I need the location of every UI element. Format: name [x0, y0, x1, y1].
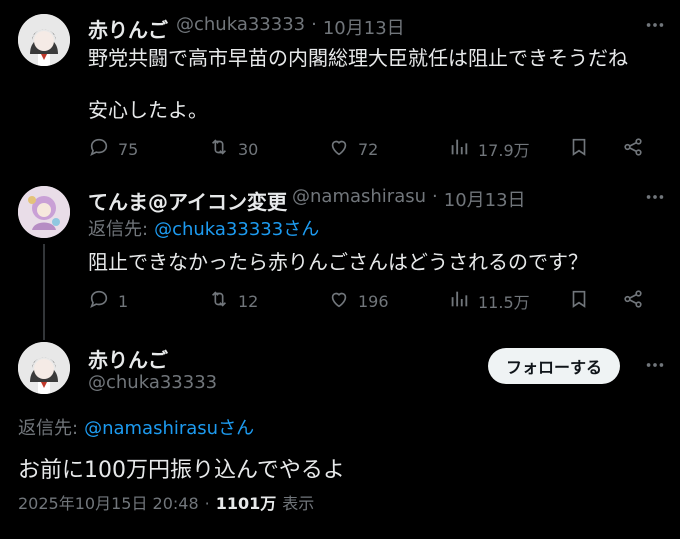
more-icon[interactable]: [644, 14, 666, 40]
tweet3-timestamp[interactable]: 2025年10月15日 20:48: [18, 490, 199, 514]
share-icon[interactable]: [622, 136, 644, 162]
thread-line: [43, 244, 45, 340]
retweet-count: 12: [238, 291, 259, 311]
reply-icon: [88, 136, 110, 162]
more-icon[interactable]: [644, 354, 666, 380]
tweet3-views-label: 表示: [282, 494, 315, 513]
bookmark-icon[interactable]: [568, 288, 590, 314]
retweet-button[interactable]: 30: [208, 136, 258, 162]
retweet-button[interactable]: 12: [208, 288, 258, 314]
reply-to-link[interactable]: @namashirasuさん: [84, 414, 254, 440]
tweet1-handle[interactable]: @chuka33333: [176, 14, 305, 40]
separator: ·: [432, 186, 438, 207]
reply-count: 75: [118, 139, 139, 159]
like-count: 196: [358, 291, 389, 311]
tweet1-text-line2: 安心したよ。: [88, 98, 208, 122]
avatar-akaringo[interactable]: [18, 14, 70, 66]
reply-to-link[interactable]: @chuka33333さん: [154, 215, 319, 241]
tweet3-name[interactable]: 赤りんご: [88, 344, 168, 373]
reply-button[interactable]: 1: [88, 288, 128, 314]
tweet2-handle[interactable]: @namashirasu: [292, 186, 426, 212]
tweet3-handle[interactable]: @chuka33333: [88, 372, 217, 393]
reply-icon: [88, 288, 110, 314]
reply-button[interactable]: 75: [88, 136, 138, 162]
tweet2-date[interactable]: 10月13日: [444, 186, 526, 212]
like-count: 72: [358, 139, 379, 159]
views-button[interactable]: 17.9万: [448, 136, 530, 162]
separator: ·: [204, 494, 210, 513]
tweet2-name[interactable]: てんま@アイコン変更: [88, 186, 287, 215]
views-icon: [448, 288, 470, 314]
retweet-icon: [208, 288, 230, 314]
tweet1-text-line1: 野党共闘で高市早苗の内閣総理大臣就任は阻止できそうだね: [88, 46, 628, 70]
tweet1-date[interactable]: 10月13日: [323, 14, 405, 40]
heart-icon: [328, 136, 350, 162]
views-button[interactable]: 11.5万: [448, 288, 530, 314]
tweet3-text: お前に100万円振り込んでやるよ: [18, 458, 345, 483]
reply-count: 1: [118, 291, 129, 311]
more-icon[interactable]: [644, 186, 666, 212]
views-icon: [448, 136, 470, 162]
views-count: 17.9万: [478, 141, 530, 160]
reply-to-prefix: 返信先:: [88, 219, 149, 240]
share-icon[interactable]: [622, 288, 644, 314]
separator: ·: [311, 14, 317, 35]
bookmark-icon[interactable]: [568, 136, 590, 162]
like-button[interactable]: 196: [328, 288, 389, 314]
retweet-icon: [208, 136, 230, 162]
follow-button[interactable]: フォローする: [488, 348, 621, 384]
tweet1-name[interactable]: 赤りんご: [88, 14, 168, 43]
heart-icon: [328, 288, 350, 314]
like-button[interactable]: 72: [328, 136, 378, 162]
views-count: 11.5万: [478, 293, 530, 312]
avatar-akaringo[interactable]: [18, 342, 70, 394]
tweet3-views-count: 1101万: [215, 494, 277, 513]
reply-to-prefix: 返信先:: [18, 418, 79, 439]
retweet-count: 30: [238, 139, 259, 159]
avatar-tenma[interactable]: [18, 186, 70, 238]
tweet2-text: 阻止できなかったら赤りんごさんはどうされるのです？: [88, 250, 588, 274]
